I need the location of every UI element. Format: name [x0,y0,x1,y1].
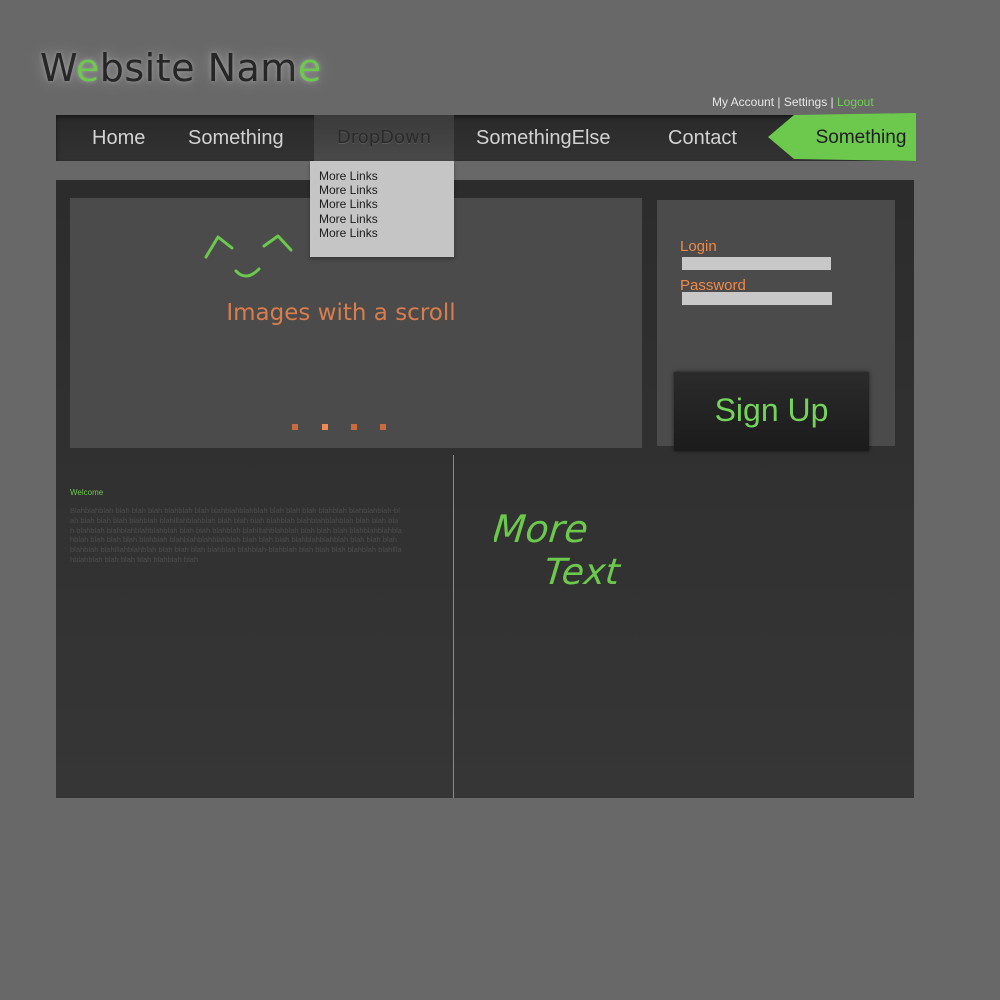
slider-dot-2[interactable] [322,424,328,430]
site-title: Website Name [40,46,322,90]
signup-button[interactable]: Sign Up [674,372,869,451]
logout-link[interactable]: Logout [837,95,874,109]
dropdown-link[interactable]: More Links [319,169,378,183]
dropdown-link[interactable]: More Links [319,226,378,240]
login-input[interactable] [682,257,831,270]
nav-cta-button[interactable]: Something [768,113,916,161]
nav-item-something[interactable]: Something [188,115,284,161]
settings-link[interactable]: Settings [784,95,827,109]
column-divider [453,455,454,798]
password-input[interactable] [682,292,832,305]
login-label: Login [680,238,717,255]
nav-item-something-else[interactable]: SomethingElse [476,115,611,161]
handwritten-word-more: More [494,507,590,551]
slider-dot-4[interactable] [380,424,386,430]
login-panel: Login Password Sign Up [657,200,895,451]
link-separator: | [774,95,784,109]
my-account-link[interactable]: My Account [712,95,774,109]
nav-item-dropdown[interactable]: DropDown [314,115,454,161]
slider-dot-3[interactable] [351,424,357,430]
welcome-heading: Welcome [70,488,104,497]
welcome-body-text: Blahblahblah blah blah blah blahblah bla… [70,506,402,564]
dropdown-link[interactable]: More Links [319,183,378,197]
dropdown-link[interactable]: More Links [319,197,378,211]
account-links: My Account | Settings | Logout [712,95,874,109]
handwritten-word-text: Text [542,551,623,590]
dropdown-menu: More Links More Links More Links More Li… [310,161,454,257]
nav-item-contact[interactable]: Contact [668,115,737,161]
link-separator: | [827,95,837,109]
dropdown-link[interactable]: More Links [319,212,378,226]
nav-item-home[interactable]: Home [92,115,145,161]
main-content: Images with a scroll Login Password Sign… [56,180,914,798]
slider-dot-1[interactable] [292,424,298,430]
more-text-handwritten: More Text [494,507,624,590]
nav-cta-label: Something [815,127,907,148]
smiley-face-icon [204,234,293,278]
slider-caption: Images with a scroll [226,300,456,326]
